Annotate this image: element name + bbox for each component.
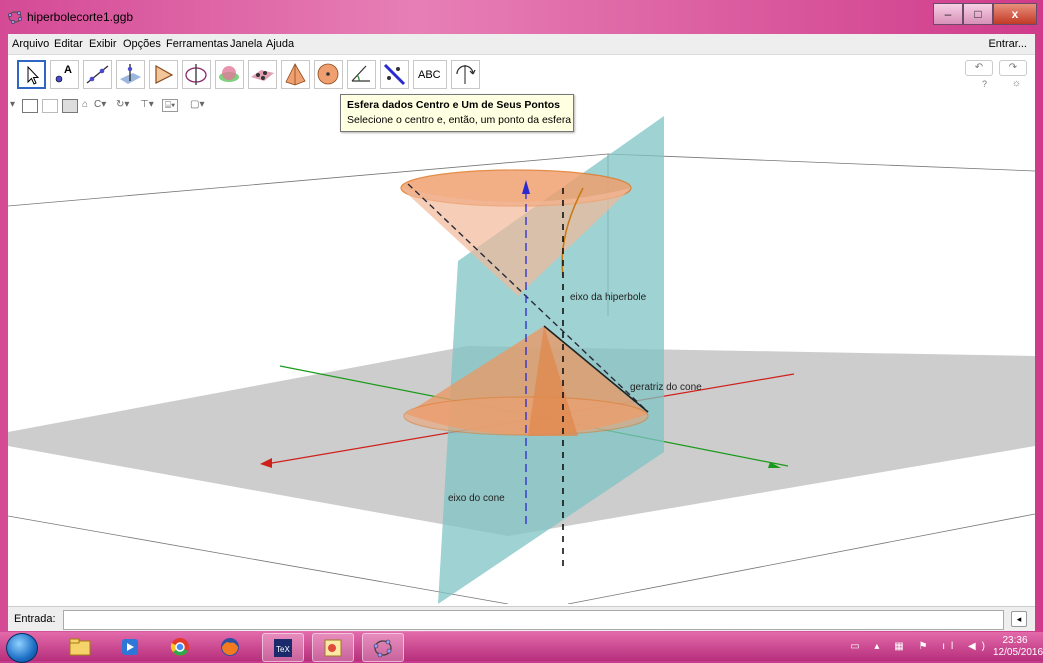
polygon-tool-button[interactable] <box>149 60 178 89</box>
clipping-icon[interactable]: ▢▾ <box>190 99 204 110</box>
window-frame: hiperbolecorte1.ggb – □ x Arquivo Editar… <box>0 0 1043 632</box>
point-tool-button[interactable]: A <box>50 60 79 89</box>
geogebra-app-icon <box>8 11 22 24</box>
undo-button[interactable]: ↶ <box>965 60 993 76</box>
file-explorer-taskbar-icon[interactable] <box>60 633 100 660</box>
sphere-tool-button[interactable] <box>314 60 343 89</box>
angle-icon <box>351 65 370 82</box>
window-title: hiperbolecorte1.ggb <box>27 10 134 24</box>
clock[interactable]: 23:36 12/05/2016 <box>993 635 1043 659</box>
plane-toggle-icon[interactable] <box>62 99 78 113</box>
reflect-icon <box>383 63 406 86</box>
chrome-taskbar-icon[interactable] <box>160 633 200 660</box>
svg-text:TeX: TeX <box>276 645 290 654</box>
text-tool-button[interactable]: ABC <box>413 60 447 89</box>
paint-taskbar-icon[interactable] <box>312 633 354 662</box>
maximize-button[interactable]: □ <box>963 3 993 25</box>
plane-points-icon <box>251 70 274 81</box>
menu-janela[interactable]: Janela <box>230 38 262 50</box>
perpendicular-icon <box>120 64 141 84</box>
point-capture-icon[interactable]: C▾ <box>94 99 106 110</box>
reflect-tool-button[interactable] <box>380 60 409 89</box>
system-tray[interactable]: ▭ ▴ ▦ ⚑ ıl ◀) <box>850 641 991 652</box>
clock-date: 12/05/2016 <box>993 647 1043 658</box>
redo-button[interactable]: ↷ <box>999 60 1027 76</box>
svg-text:A: A <box>64 64 72 76</box>
line-icon <box>86 65 109 84</box>
input-help-icon[interactable]: ◂ <box>1011 611 1027 627</box>
clock-time: 23:36 <box>1002 635 1028 646</box>
grid-toggle-icon[interactable] <box>42 99 58 113</box>
menu-ferramentas[interactable]: Ferramentas <box>166 38 228 50</box>
hyperbola-axis-label: eixo da hiperbole <box>570 292 647 303</box>
box-edge <box>8 515 509 604</box>
circle-around-axis-icon <box>185 64 207 85</box>
perpendicular-line-tool-button[interactable] <box>116 60 145 89</box>
rotate-view-icon[interactable]: ↻▾ <box>116 99 129 110</box>
circle-axis-tool-button[interactable] <box>182 60 211 89</box>
sphere-icon <box>317 63 339 85</box>
close-button[interactable]: x <box>993 3 1037 25</box>
rotate-view-tool-button[interactable] <box>451 60 480 89</box>
triangle-icon <box>155 64 174 84</box>
menu-opcoes[interactable]: Opções <box>123 38 161 50</box>
firefox-taskbar-icon[interactable] <box>210 633 250 660</box>
settings-gear-icon[interactable]: ☼ <box>1012 78 1021 89</box>
view-direction-icon[interactable]: ⊤▾ <box>140 99 154 110</box>
input-bar: Entrada: ◂ <box>8 606 1035 631</box>
graphics-3d-canvas[interactable]: eixo da hiperbole geratriz do cone eixo … <box>8 116 1035 604</box>
menu-arquivo[interactable]: Arquivo <box>12 38 49 50</box>
title-bar[interactable]: hiperbolecorte1.ggb – □ x <box>0 0 1043 34</box>
graphics-3d-view[interactable]: eixo da hiperbole geratriz do cone eixo … <box>8 116 1035 604</box>
toggle-style-bar-icon[interactable]: ▾ <box>10 99 15 110</box>
media-player-taskbar-icon[interactable] <box>110 633 150 660</box>
input-field[interactable] <box>63 610 1004 630</box>
cursor-arrow-icon <box>27 65 40 85</box>
menu-bar: Arquivo Editar Exibir Opções Ferramentas… <box>8 34 1035 55</box>
menu-exibir[interactable]: Exibir <box>89 38 117 50</box>
rotate-3d-view-icon <box>456 65 476 84</box>
minimize-button[interactable]: – <box>933 3 963 25</box>
cone-axis-label: eixo do cone <box>448 493 505 504</box>
angle-tool-button[interactable] <box>347 60 376 89</box>
text-tool-label: ABC <box>418 69 441 81</box>
intersect-surfaces-tool-button[interactable] <box>215 60 244 89</box>
projection-icon[interactable]: ⌸▾ <box>162 99 179 112</box>
menu-editar[interactable]: Editar <box>54 38 83 50</box>
cone-generatrix-label: geratriz do cone <box>630 382 702 393</box>
input-label: Entrada: <box>14 613 56 625</box>
help-icon[interactable]: ? <box>982 79 987 89</box>
menu-ajuda[interactable]: Ajuda <box>266 38 294 50</box>
pyramid-icon <box>285 63 306 86</box>
tooltip-title: Esfera dados Centro e Um de Seus Pontos <box>347 99 560 111</box>
box-edge <box>567 513 1035 604</box>
geogebra-taskbar-icon[interactable] <box>362 633 404 662</box>
plane-three-points-tool-button[interactable] <box>248 60 277 89</box>
home-icon[interactable]: ⌂ <box>82 99 88 110</box>
intersection-icon <box>219 66 239 82</box>
start-button[interactable] <box>6 633 38 663</box>
axes-toggle-icon[interactable] <box>22 99 38 113</box>
tool-tooltip: Esfera dados Centro e Um de Seus Pontos … <box>340 94 574 132</box>
point-icon: A <box>55 64 72 83</box>
box-edge <box>607 153 1035 172</box>
taskbar: TeX ▭ ▴ ▦ ⚑ ıl ◀) 23:36 12/05/2016 <box>0 632 1043 663</box>
tooltip-text: Selecione o centro e, então, um ponto da… <box>347 114 572 126</box>
sign-in-link[interactable]: Entrar... <box>988 38 1027 50</box>
pyramid-tool-button[interactable] <box>281 60 310 89</box>
move-tool-button[interactable] <box>17 60 46 89</box>
geogebra-client-area: Arquivo Editar Exibir Opções Ferramentas… <box>8 34 1035 631</box>
toolbar: A ABC ↶ ↷ ? ☼ <box>8 55 1035 95</box>
line-tool-button[interactable] <box>83 60 112 89</box>
tex-taskbar-icon[interactable]: TeX <box>262 633 304 662</box>
